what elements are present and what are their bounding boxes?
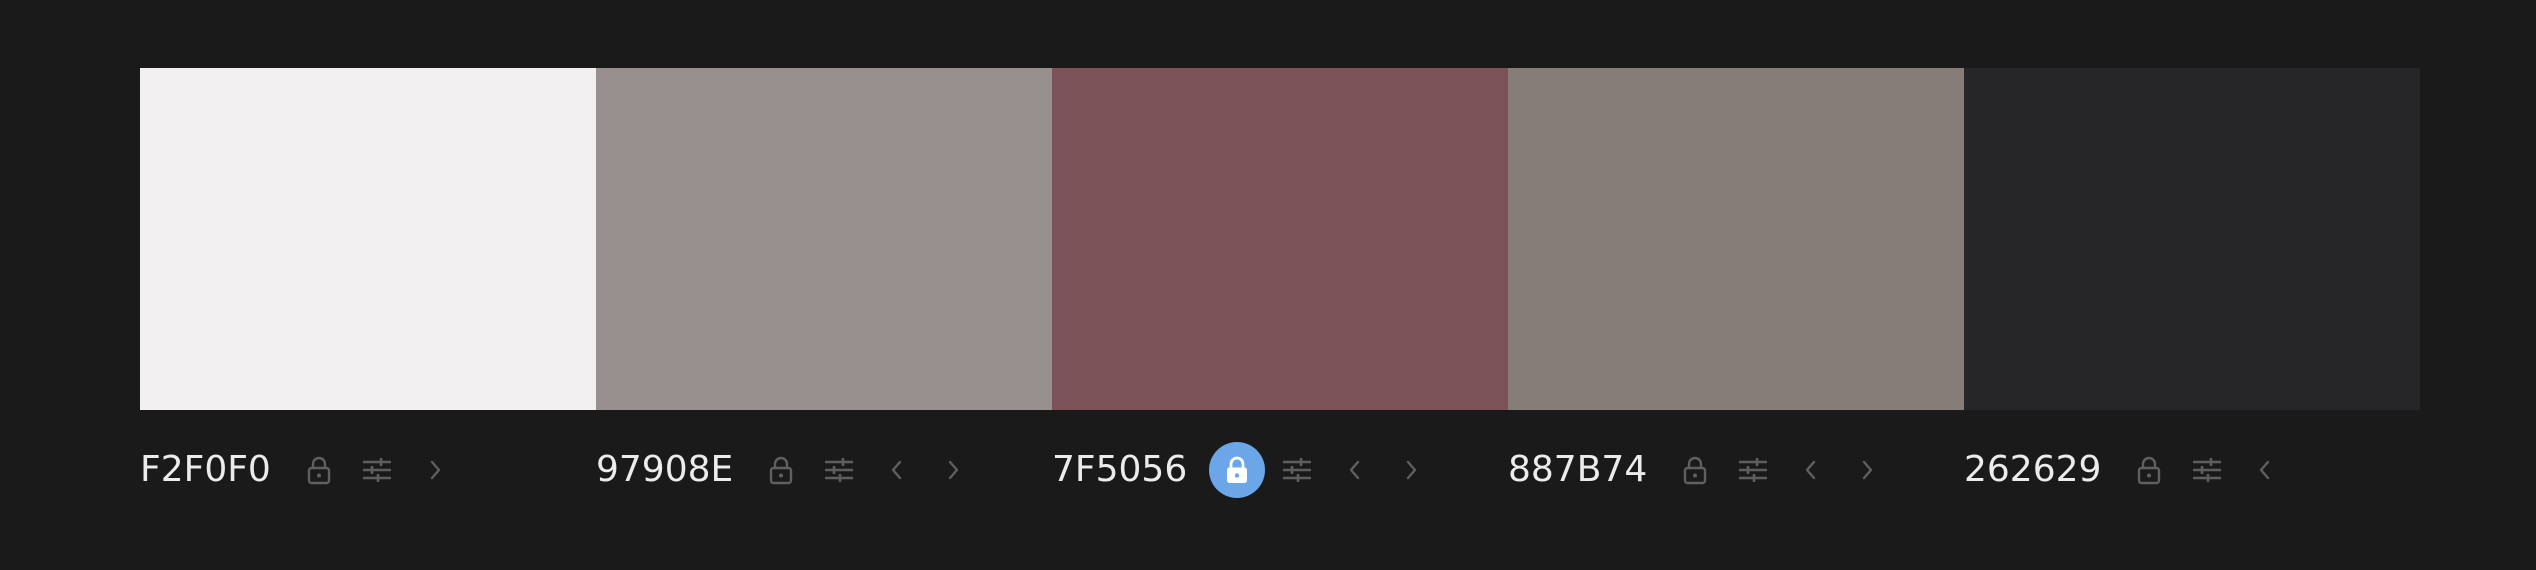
move-right-button[interactable] bbox=[1391, 450, 1431, 490]
swatch-controls-4: 887B74 bbox=[1508, 440, 1964, 500]
lock-button[interactable] bbox=[1675, 450, 1715, 490]
lock-icon bbox=[770, 456, 793, 485]
hex-code-label[interactable]: 887B74 bbox=[1508, 440, 1647, 500]
adjust-button[interactable] bbox=[819, 450, 859, 490]
lock-button[interactable] bbox=[761, 450, 801, 490]
swatch-controls-1: F2F0F0 bbox=[140, 440, 596, 500]
move-left-button[interactable] bbox=[2245, 450, 2285, 490]
color-swatch-2[interactable] bbox=[596, 68, 1052, 410]
color-swatch-1[interactable] bbox=[140, 68, 596, 410]
lock-icon bbox=[1684, 456, 1707, 485]
adjust-sliders-icon bbox=[825, 458, 854, 482]
chevron-right-icon bbox=[1863, 460, 1873, 480]
move-right-button[interactable] bbox=[1847, 450, 1887, 490]
chevron-right-icon bbox=[1407, 460, 1417, 480]
chevron-right-icon bbox=[949, 460, 959, 480]
move-left-button[interactable] bbox=[1335, 450, 1375, 490]
hex-code-label[interactable]: 7F5056 bbox=[1052, 440, 1187, 500]
adjust-sliders-icon bbox=[1283, 458, 1312, 482]
swatch-controls-5: 262629 bbox=[1964, 440, 2420, 500]
adjust-button[interactable] bbox=[2187, 450, 2227, 490]
chevron-left-icon bbox=[892, 460, 902, 480]
color-swatch-5[interactable] bbox=[1964, 68, 2420, 410]
lock-icon bbox=[2138, 456, 2161, 485]
adjust-sliders-icon bbox=[1739, 458, 1768, 482]
swatch-controls-row: F2F0F0 97908E 7F5056 887B74 262629 bbox=[140, 440, 2420, 500]
hex-code-label[interactable]: F2F0F0 bbox=[140, 440, 271, 500]
adjust-button[interactable] bbox=[357, 450, 397, 490]
lock-icon bbox=[1227, 456, 1248, 483]
lock-button[interactable] bbox=[2129, 450, 2169, 490]
lock-button[interactable] bbox=[299, 450, 339, 490]
move-left-button[interactable] bbox=[1791, 450, 1831, 490]
chevron-left-icon bbox=[1806, 460, 1816, 480]
swatch-controls-2: 97908E bbox=[596, 440, 1052, 500]
hex-code-label[interactable]: 262629 bbox=[1964, 440, 2101, 500]
adjust-button[interactable] bbox=[1277, 450, 1317, 490]
swatch-controls-3: 7F5056 bbox=[1052, 440, 1508, 500]
move-right-button[interactable] bbox=[415, 450, 455, 490]
move-left-button[interactable] bbox=[877, 450, 917, 490]
color-palette bbox=[140, 68, 2420, 410]
lock-icon bbox=[307, 456, 331, 485]
chevron-left-icon bbox=[1350, 460, 1360, 480]
move-right-button[interactable] bbox=[933, 450, 973, 490]
color-swatch-4[interactable] bbox=[1508, 68, 1964, 410]
chevron-right-icon bbox=[430, 460, 441, 480]
adjust-sliders-icon bbox=[2193, 458, 2222, 482]
color-swatch-3[interactable] bbox=[1052, 68, 1508, 410]
hex-code-label[interactable]: 97908E bbox=[596, 440, 733, 500]
lock-button[interactable] bbox=[1209, 442, 1266, 498]
adjust-sliders-icon bbox=[362, 458, 391, 482]
chevron-left-icon bbox=[2260, 460, 2270, 480]
adjust-button[interactable] bbox=[1733, 450, 1773, 490]
